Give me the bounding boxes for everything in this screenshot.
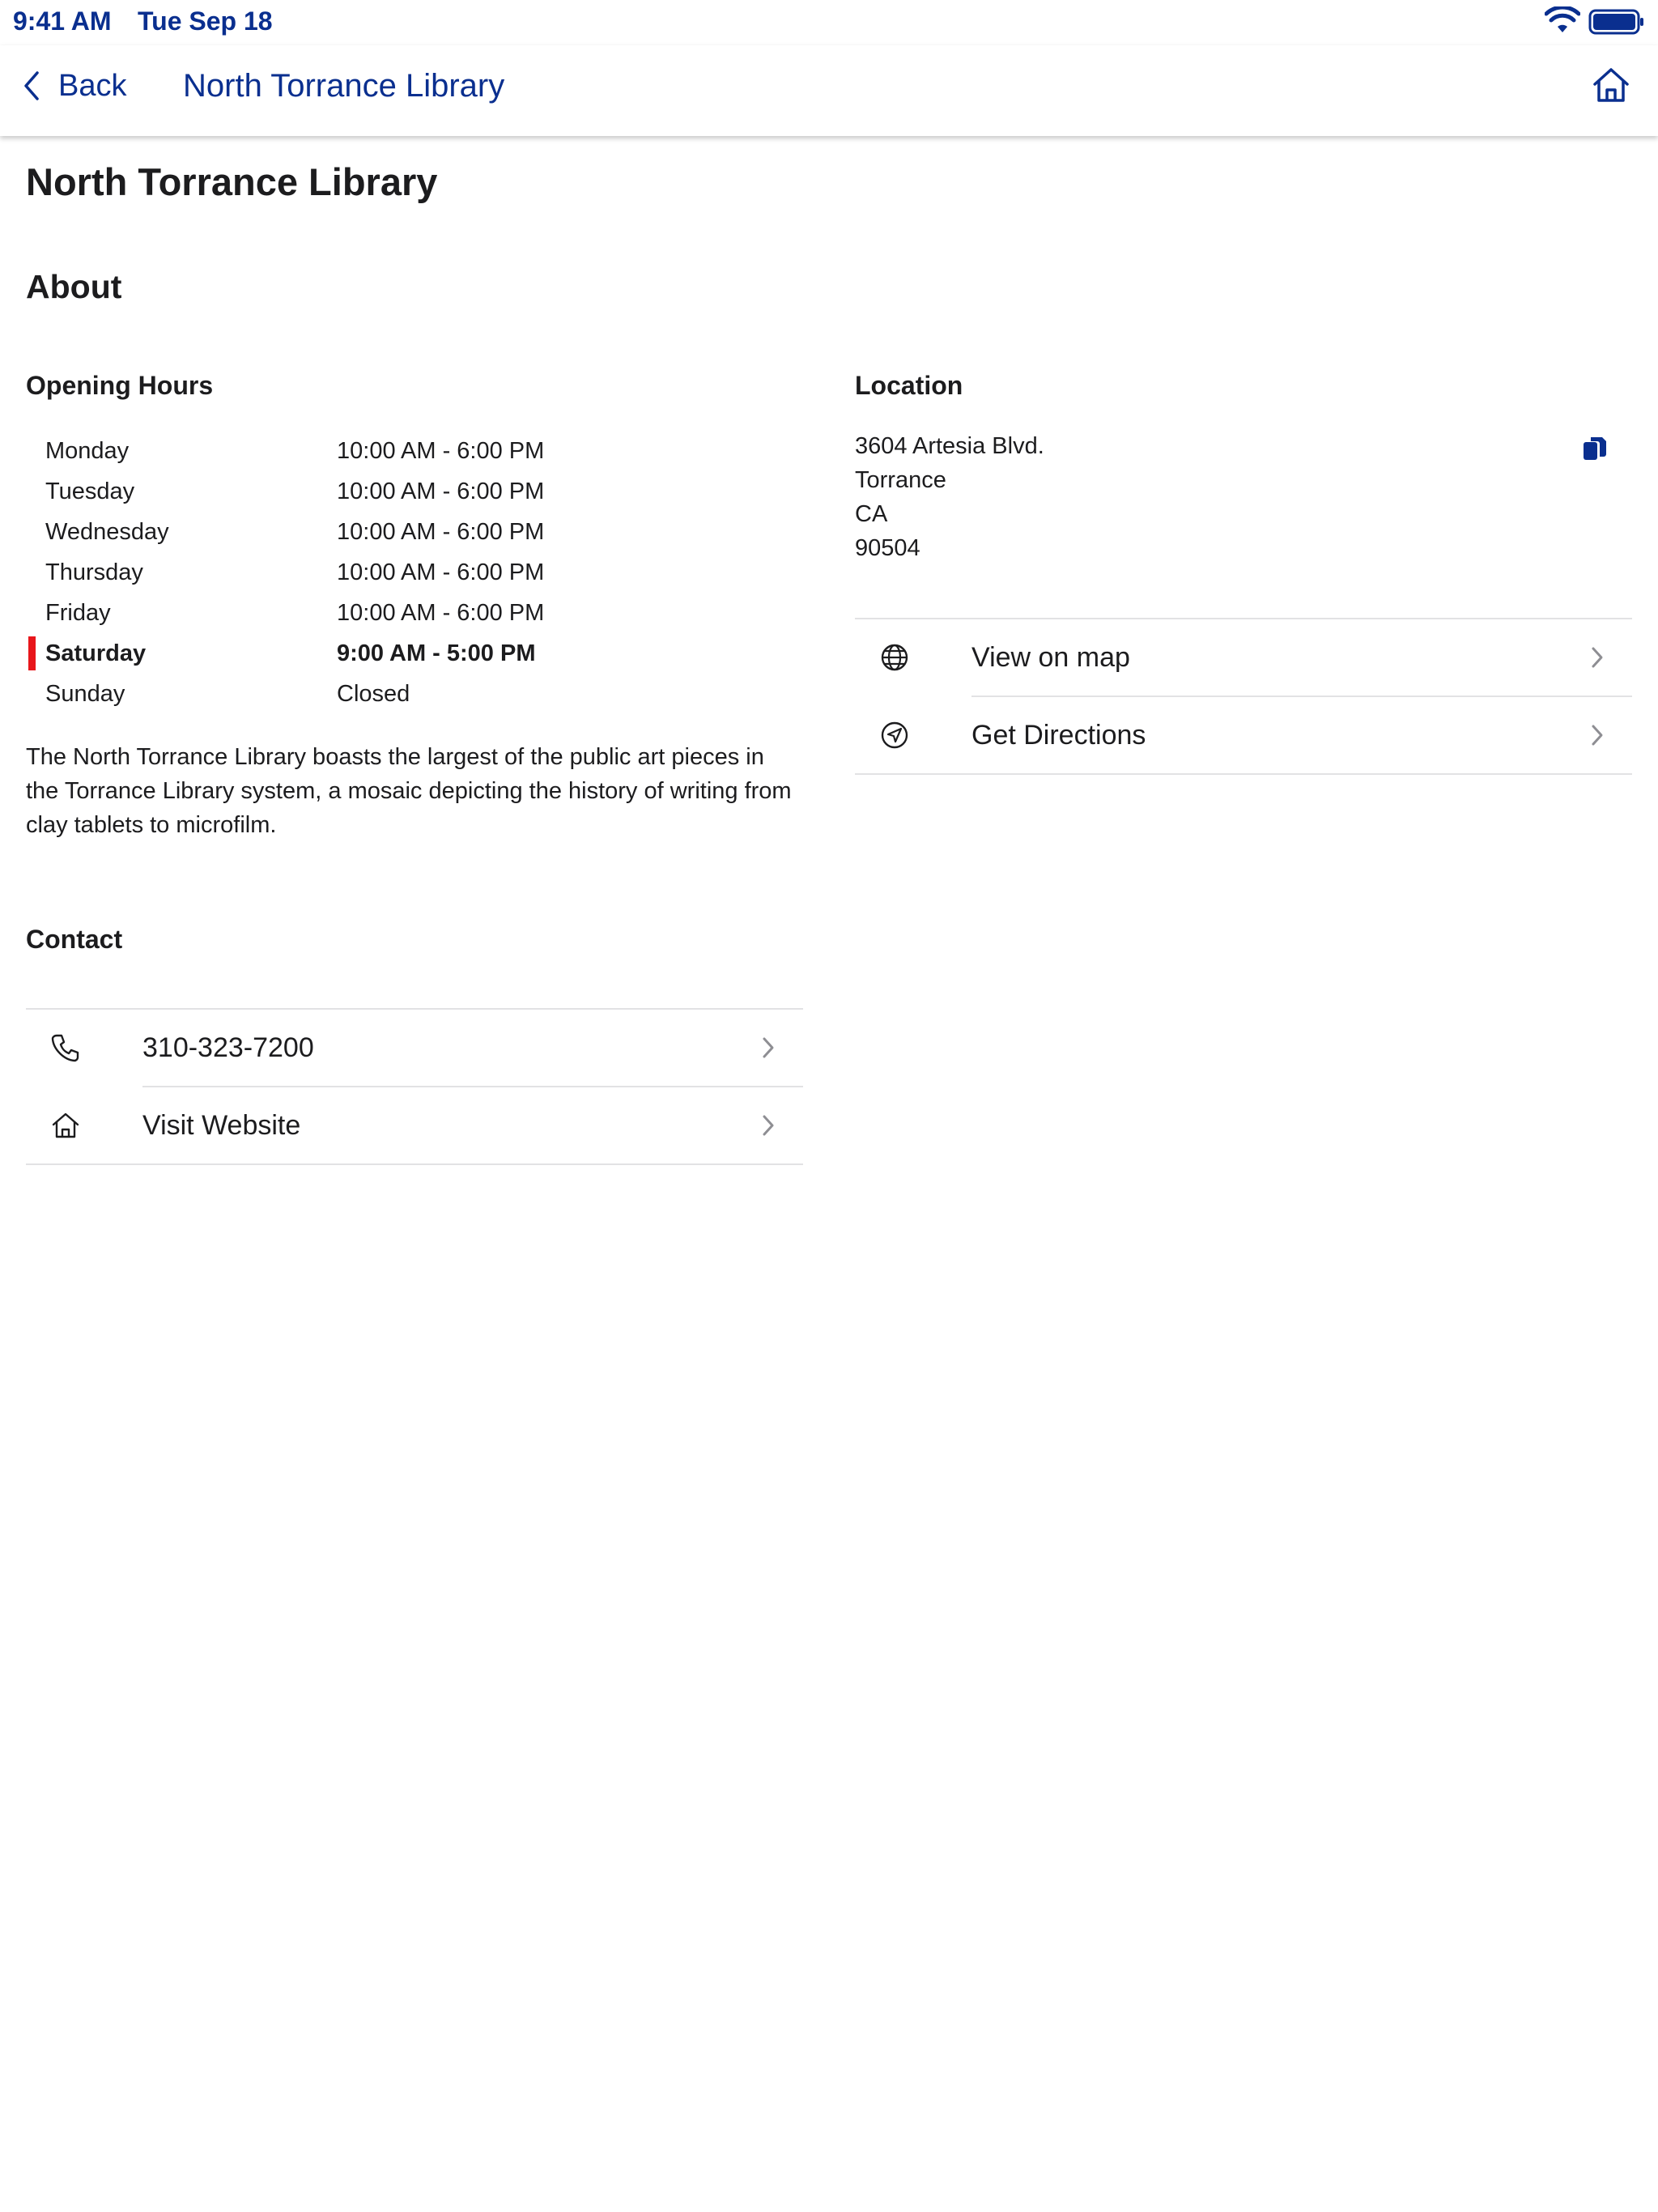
hours-day: Tuesday [45, 479, 135, 504]
view-on-map-row[interactable]: View on map [855, 619, 1632, 696]
status-date: Tue Sep 18 [138, 6, 273, 36]
nav-title: North Torrance Library [183, 68, 505, 104]
address-block: 3604 Artesia Blvd. Torrance CA 90504 [855, 429, 1044, 565]
hours-row-wednesday: Wednesday 10:00 AM - 6:00 PM [26, 512, 593, 552]
contact-phone-row[interactable]: 310-323-7200 [26, 1010, 803, 1086]
hours-row-tuesday: Tuesday 10:00 AM - 6:00 PM [26, 471, 593, 512]
about-description: The North Torrance Library boasts the la… [26, 744, 792, 838]
hours-row-monday: Monday 10:00 AM - 6:00 PM [26, 431, 593, 471]
opening-hours-table: Monday 10:00 AM - 6:00 PM Tuesday 10:00 … [26, 431, 593, 714]
hours-time: 10:00 AM - 6:00 PM [337, 438, 545, 464]
address-line: 3604 Artesia Blvd. [855, 433, 1044, 459]
page-title: North Torrance Library [26, 160, 438, 203]
chevron-left-icon [24, 71, 39, 100]
hours-time: 9:00 AM - 5:00 PM [337, 640, 536, 666]
contact-heading: Contact [26, 925, 123, 954]
back-label: Back [58, 68, 127, 103]
get-directions-label: Get Directions [971, 720, 1146, 751]
contact-phone-label: 310-323-7200 [142, 1032, 314, 1063]
navigation-arrow-icon [881, 721, 908, 749]
address-line: CA [855, 501, 888, 527]
hours-day: Saturday [45, 640, 147, 666]
wifi-icon [1545, 6, 1580, 32]
hours-row-friday: Friday 10:00 AM - 6:00 PM [26, 593, 593, 633]
divider [26, 1163, 803, 1165]
status-time: 9:41 AM [13, 6, 112, 36]
hours-day: Friday [45, 600, 111, 626]
hours-day: Monday [45, 438, 130, 464]
phone-icon [51, 1034, 79, 1062]
hours-time: 10:00 AM - 6:00 PM [337, 559, 545, 585]
home-icon[interactable] [1590, 65, 1632, 107]
hours-day: Wednesday [45, 519, 169, 545]
back-button[interactable]: Back [21, 62, 126, 110]
chevron-right-icon [1592, 725, 1603, 746]
address-line: 90504 [855, 535, 920, 561]
hours-time: Closed [337, 681, 410, 707]
copy-icon[interactable] [1580, 434, 1609, 463]
get-directions-row[interactable]: Get Directions [855, 697, 1632, 773]
hours-row-thursday: Thursday 10:00 AM - 6:00 PM [26, 552, 593, 593]
about-heading: About [26, 268, 122, 305]
battery-icon [1588, 9, 1643, 35]
home-icon [52, 1112, 79, 1138]
hours-row-sunday: Sunday Closed [26, 674, 593, 714]
hours-day: Thursday [45, 559, 143, 585]
chevron-right-icon [763, 1037, 774, 1058]
contact-website-row[interactable]: Visit Website [26, 1087, 803, 1163]
hours-time: 10:00 AM - 6:00 PM [337, 479, 545, 504]
chevron-right-icon [763, 1115, 774, 1136]
globe-icon [881, 644, 908, 671]
hours-row-saturday: Saturday 9:00 AM - 5:00 PM [26, 633, 593, 674]
address-line: Torrance [855, 467, 946, 493]
opening-hours-heading: Opening Hours [26, 371, 214, 400]
hours-time: 10:00 AM - 6:00 PM [337, 519, 545, 545]
contact-website-label: Visit Website [142, 1110, 301, 1141]
today-marker [28, 636, 36, 670]
chevron-right-icon [1592, 647, 1603, 668]
view-on-map-label: View on map [971, 642, 1130, 673]
hours-day: Sunday [45, 681, 125, 707]
hours-time: 10:00 AM - 6:00 PM [337, 600, 545, 626]
divider [855, 773, 1632, 775]
location-heading: Location [855, 371, 963, 400]
